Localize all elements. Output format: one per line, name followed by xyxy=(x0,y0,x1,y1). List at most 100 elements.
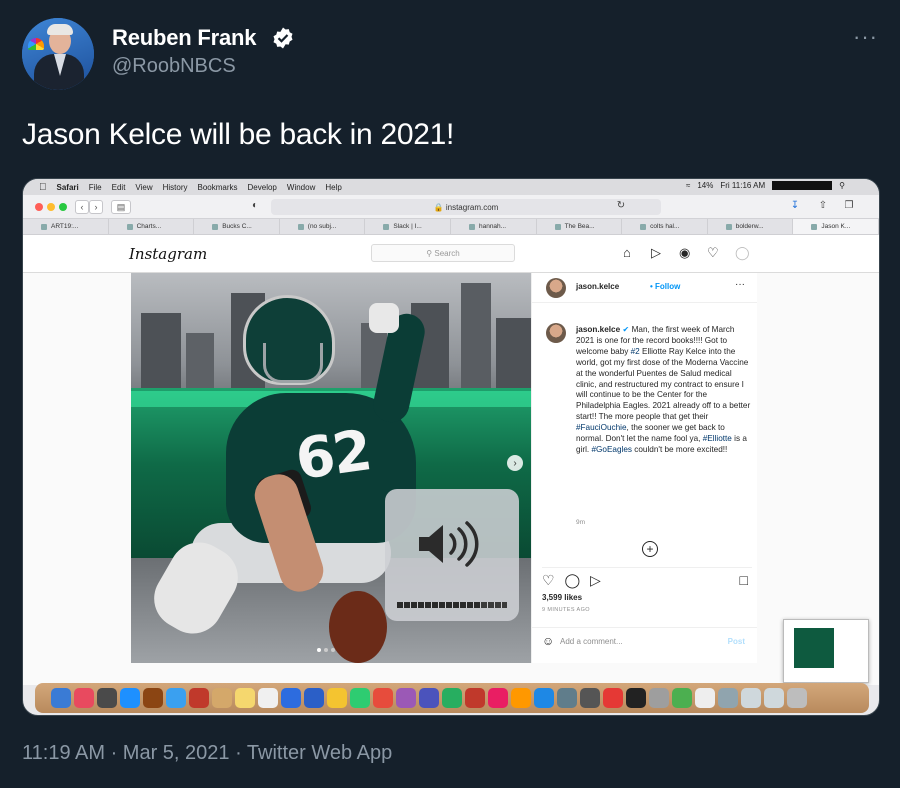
bookmark-icon[interactable]: □ xyxy=(740,572,748,588)
dock-app-icon[interactable] xyxy=(649,688,669,708)
post-comment-button[interactable]: Post xyxy=(728,637,745,646)
load-more-comments-icon[interactable]: + xyxy=(642,541,658,557)
dock-app-icon[interactable] xyxy=(373,688,393,708)
dock-app-icon[interactable] xyxy=(603,688,623,708)
dock-app-icon[interactable] xyxy=(304,688,324,708)
dock-app-icon[interactable] xyxy=(419,688,439,708)
address-bar[interactable]: 🔒 instagram.com xyxy=(271,199,661,215)
sidebar-toggle-icon[interactable]: ▤ xyxy=(111,200,131,214)
caption-hashtag[interactable]: #2 xyxy=(631,347,640,356)
author-avatar[interactable] xyxy=(22,18,94,90)
post-options-icon[interactable]: ··· xyxy=(735,279,745,290)
author-handle[interactable]: @RoobNBCS xyxy=(112,55,236,78)
instagram-logo[interactable]: Instagram xyxy=(129,245,207,263)
spotlight-icon[interactable]: ⚲ xyxy=(839,181,845,190)
caption-hashtag[interactable]: #Elliotte xyxy=(703,434,732,443)
dock-app-icon[interactable] xyxy=(258,688,278,708)
poster-avatar[interactable] xyxy=(546,278,566,298)
tab[interactable]: (no subj... xyxy=(280,219,366,234)
tab[interactable]: Charts... xyxy=(109,219,195,234)
dock-app-icon[interactable] xyxy=(626,688,646,708)
comment-input[interactable]: Add a comment... xyxy=(560,637,623,646)
dock-app-icon[interactable] xyxy=(741,688,761,708)
dock-app-icon[interactable] xyxy=(350,688,370,708)
tab[interactable]: Slack | I... xyxy=(365,219,451,234)
dock-app-icon[interactable] xyxy=(281,688,301,708)
dock-app-icon[interactable] xyxy=(718,688,738,708)
author-name[interactable]: Reuben Frank xyxy=(112,25,256,51)
menu-file[interactable]: File xyxy=(89,183,102,192)
downloads-icon[interactable]: ↧ xyxy=(787,200,803,214)
dock-app-icon[interactable] xyxy=(143,688,163,708)
dock-app-icon[interactable] xyxy=(51,688,71,708)
menu-safari[interactable]: Safari xyxy=(57,183,79,192)
dock-app-icon[interactable] xyxy=(695,688,715,708)
apple-menu-icon[interactable]:  xyxy=(39,182,47,193)
menubar-clock[interactable]: Fri 11:16 AM xyxy=(720,181,765,190)
share-send-icon[interactable]: ▷ xyxy=(590,572,601,588)
menu-edit[interactable]: Edit xyxy=(112,183,126,192)
caption-avatar[interactable] xyxy=(546,323,566,343)
comment-bubble-icon[interactable]: ◯ xyxy=(564,572,580,588)
like-count[interactable]: 3,599 likes xyxy=(542,593,582,602)
dock-app-icon[interactable] xyxy=(534,688,554,708)
dock-app-icon[interactable] xyxy=(442,688,462,708)
dock-app-icon[interactable] xyxy=(396,688,416,708)
dock-app-icon[interactable] xyxy=(580,688,600,708)
menu-view[interactable]: View xyxy=(135,183,152,192)
menu-history[interactable]: History xyxy=(163,183,188,192)
forward-button[interactable]: › xyxy=(89,200,103,214)
more-options-icon[interactable]: ··· xyxy=(853,24,878,50)
dock-app-icon[interactable] xyxy=(465,688,485,708)
tabs-overview-icon[interactable]: ❐ xyxy=(841,200,857,214)
caption-hashtag[interactable]: #FauciOuchie xyxy=(576,423,627,432)
direct-message-icon[interactable]: ▷ xyxy=(651,245,661,261)
like-heart-icon[interactable]: ♡ xyxy=(542,572,555,588)
wifi-icon[interactable]: ≈ xyxy=(686,181,690,190)
caption-hashtag[interactable]: #GoEagles xyxy=(591,445,632,454)
menu-develop[interactable]: Develop xyxy=(248,183,277,192)
follow-button[interactable]: • Follow xyxy=(650,282,680,291)
dock-app-icon[interactable] xyxy=(327,688,347,708)
menu-bookmarks[interactable]: Bookmarks xyxy=(198,183,238,192)
screenshot-thumbnail[interactable] xyxy=(783,619,869,683)
profile-avatar-icon[interactable]: ◯ xyxy=(735,245,750,261)
dock-app-icon[interactable] xyxy=(166,688,186,708)
emoji-icon[interactable]: ☺ xyxy=(542,634,554,648)
home-icon[interactable]: ⌂ xyxy=(623,245,631,260)
share-icon[interactable]: ⇧ xyxy=(815,200,831,214)
dock-app-icon[interactable] xyxy=(488,688,508,708)
dock-app-icon[interactable] xyxy=(787,688,807,708)
dock-app-icon[interactable] xyxy=(74,688,94,708)
activity-heart-icon[interactable]: ♡ xyxy=(707,245,719,261)
tab[interactable]: colts hal... xyxy=(622,219,708,234)
instagram-search-input[interactable]: ⚲ Search xyxy=(371,244,515,262)
dock-app-icon[interactable] xyxy=(212,688,232,708)
back-button[interactable]: ‹ xyxy=(75,200,89,214)
caption-username[interactable]: jason.kelce xyxy=(576,325,620,334)
tab[interactable]: ART19:... xyxy=(23,219,109,234)
dock-app-icon[interactable] xyxy=(235,688,255,708)
zoom-window-button[interactable] xyxy=(59,203,67,211)
menu-window[interactable]: Window xyxy=(287,183,315,192)
battery-percent[interactable]: 14% xyxy=(697,181,713,190)
tweet-media-image[interactable]:  Safari File Edit View History Bookmark… xyxy=(22,178,880,716)
poster-username[interactable]: jason.kelce xyxy=(576,282,619,291)
dock-app-icon[interactable] xyxy=(511,688,531,708)
tab[interactable]: Bucks C... xyxy=(194,219,280,234)
tweet-timestamp[interactable]: 11:19 AM · Mar 5, 2021 · Twitter Web App xyxy=(22,742,392,765)
tab[interactable]: bolderw... xyxy=(708,219,794,234)
dock-app-icon[interactable] xyxy=(189,688,209,708)
reload-icon[interactable]: ↻ xyxy=(613,200,629,214)
tab[interactable]: The Bea... xyxy=(537,219,623,234)
dock-app-icon[interactable] xyxy=(672,688,692,708)
dock-app-icon[interactable] xyxy=(764,688,784,708)
privacy-shield-icon[interactable]: ◐ xyxy=(247,200,263,214)
menu-help[interactable]: Help xyxy=(325,183,341,192)
dock-app-icon[interactable] xyxy=(557,688,577,708)
explore-icon[interactable]: ◉ xyxy=(679,245,690,261)
tab-active[interactable]: Jason K... xyxy=(793,219,879,234)
minimize-window-button[interactable] xyxy=(47,203,55,211)
tab[interactable]: hannah... xyxy=(451,219,537,234)
close-window-button[interactable] xyxy=(35,203,43,211)
